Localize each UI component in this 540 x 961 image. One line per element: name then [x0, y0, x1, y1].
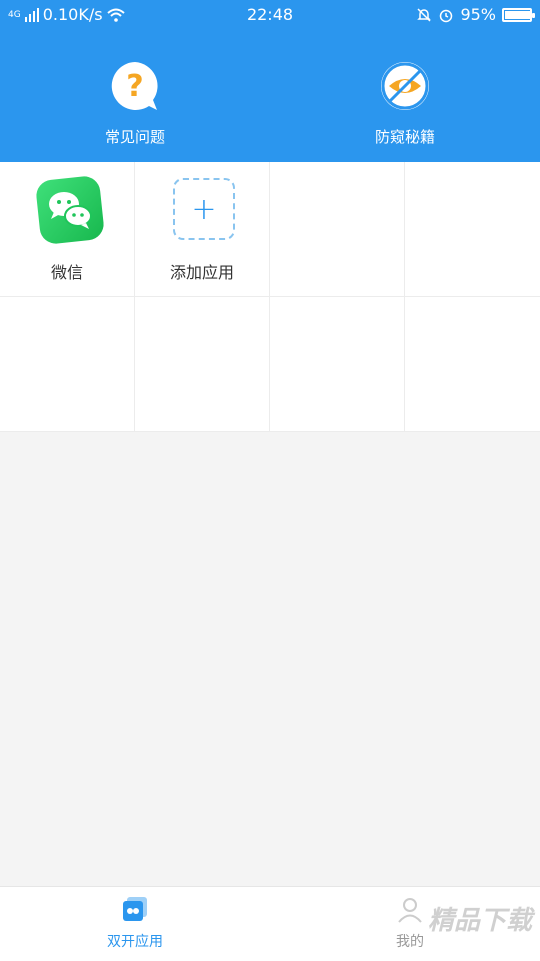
header-panel: ? 常见问题 防窥秘籍 [0, 30, 540, 162]
question-bubble-icon: ? [107, 58, 163, 114]
svg-text:?: ? [126, 69, 143, 104]
empty-cell [405, 162, 540, 297]
wechat-icon [34, 174, 106, 246]
alarm-icon [440, 9, 453, 22]
faq-label: 常见问题 [104, 128, 165, 146]
battery-icon [502, 7, 535, 22]
status-bar: 4G 0.10K/s 22:48 95% [0, 0, 540, 30]
dual-apps-icon [121, 895, 149, 923]
user-icon [396, 895, 424, 923]
app-label-wechat: 微信 [50, 263, 83, 282]
plus-icon: + [191, 191, 217, 227]
bell-muted-icon [417, 7, 432, 22]
add-app-label: 添加应用 [169, 263, 234, 282]
empty-cell [270, 162, 405, 297]
add-app-tile[interactable]: + 添加应用 [135, 162, 270, 297]
status-right: 95% [416, 5, 535, 24]
app-grid: 微信 + 添加应用 [0, 162, 540, 432]
battery-percent: 95% [460, 5, 496, 24]
empty-cell [135, 297, 270, 432]
faq-button[interactable]: ? 常见问题 [75, 58, 195, 147]
privacy-guide-button[interactable]: 防窥秘籍 [345, 58, 465, 147]
app-tile-wechat[interactable]: 微信 [0, 162, 135, 297]
add-app-icon: + [173, 178, 237, 242]
watermark: 精品下载 [427, 906, 532, 936]
nav-dual-label: 双开应用 [107, 934, 163, 950]
empty-cell [270, 297, 405, 432]
eye-blocked-icon [377, 58, 433, 114]
empty-cell [0, 297, 135, 432]
nav-dual-apps[interactable]: 双开应用 [65, 895, 205, 951]
privacy-guide-label: 防窥秘籍 [374, 128, 435, 146]
empty-cell [405, 297, 540, 432]
